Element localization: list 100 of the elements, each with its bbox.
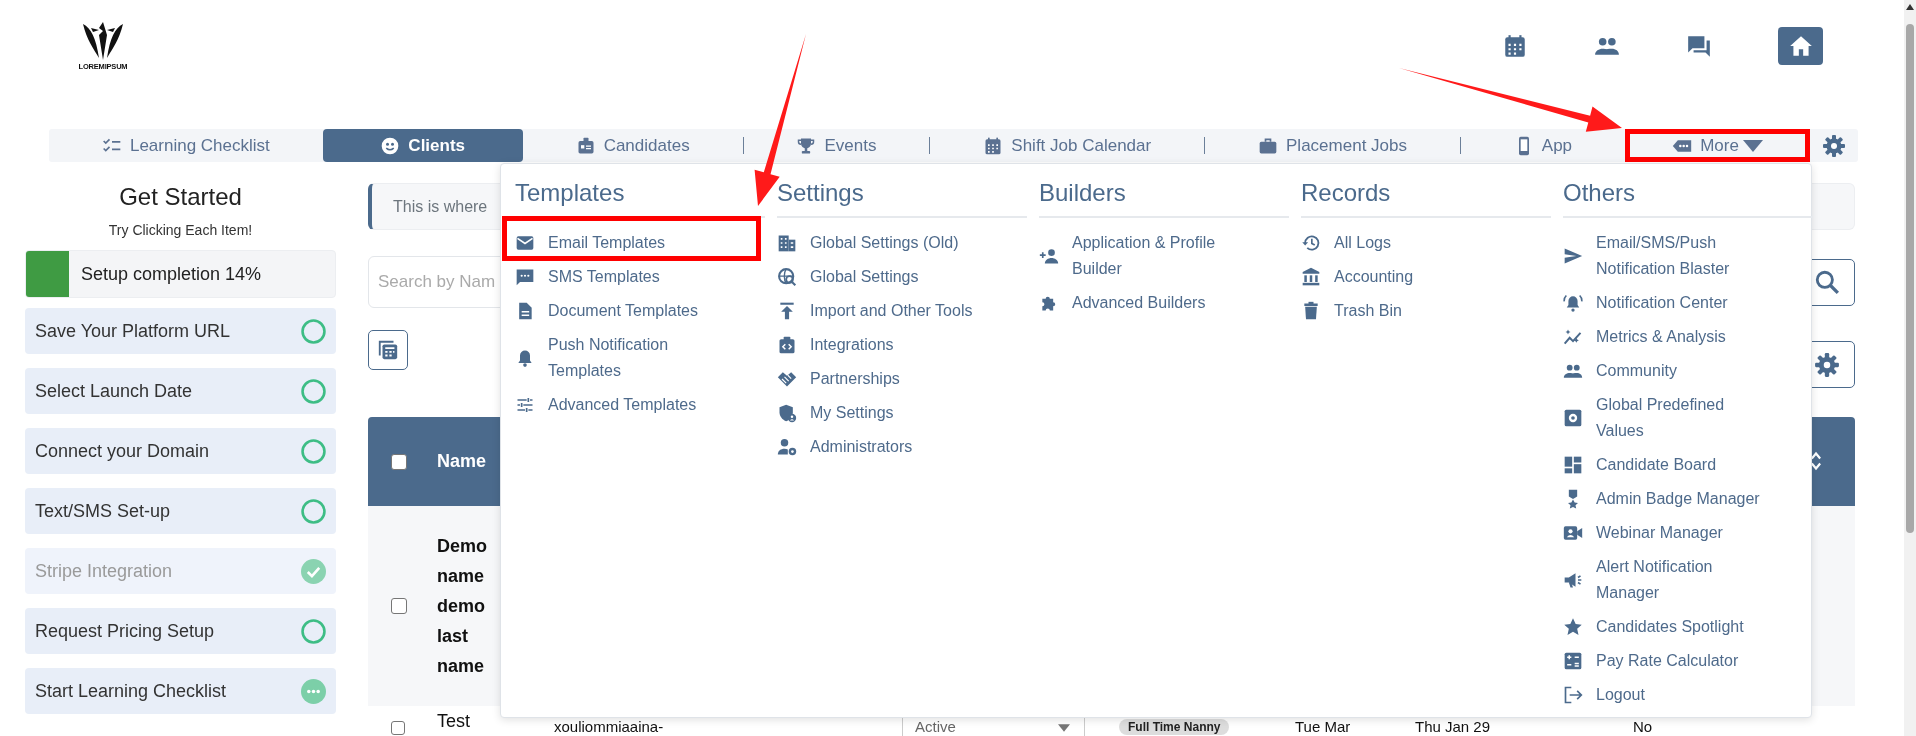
menu-item[interactable]: SMS Templates	[515, 260, 765, 294]
settings-icon	[1822, 133, 1846, 158]
nav-tab[interactable]: Shift Job Calendar	[930, 129, 1205, 162]
calendar-icon	[983, 135, 1004, 156]
banner-text: This is where	[393, 197, 488, 216]
progress-label: Setup completion 14%	[81, 264, 262, 285]
nav-tab[interactable]: Events	[743, 129, 930, 162]
menu-item[interactable]: Administrators	[777, 430, 1027, 464]
menu-item[interactable]: Community	[1563, 354, 1813, 388]
sidebar-title: Get Started	[118, 182, 243, 212]
building-icon	[777, 233, 797, 253]
checklist-item[interactable]: Save Your Platform URL	[25, 308, 336, 354]
menu-heading: Records	[1301, 178, 1551, 218]
home-button[interactable]	[1778, 27, 1823, 65]
upload-icon	[777, 301, 797, 321]
calendar-icon[interactable]	[1502, 33, 1528, 59]
menu-item[interactable]: Metrics & Analysis	[1563, 320, 1813, 354]
nav-tab[interactable]: Placement Jobs	[1205, 129, 1460, 162]
bell-ring-icon	[1563, 293, 1583, 313]
bank-icon	[1301, 267, 1321, 287]
table-cell: Tue Mar	[1295, 718, 1351, 735]
menu-item[interactable]: Application & Profile Builder	[1039, 226, 1289, 286]
shield-user-icon	[777, 403, 797, 423]
menu-item[interactable]: My Settings	[777, 396, 1027, 430]
video-icon	[1563, 523, 1583, 543]
logout-icon	[1563, 685, 1583, 705]
scrollbar-thumb[interactable]	[1906, 24, 1914, 533]
menu-item[interactable]: Accounting	[1301, 260, 1551, 294]
person-add-icon	[1039, 246, 1059, 266]
sidebar-subtitle: Try Clicking Each Item!	[107, 221, 254, 240]
menu-item[interactable]: Webinar Manager	[1563, 516, 1813, 550]
menu-item[interactable]: Trash Bin	[1301, 294, 1551, 328]
scrollbar[interactable]	[1904, 0, 1916, 736]
checkbox[interactable]	[391, 721, 405, 735]
status-dropdown[interactable]: Active	[915, 719, 1070, 735]
menu-item[interactable]: Integrations	[777, 328, 1027, 362]
tag: Full Time Nanny	[1119, 719, 1230, 735]
checklist-item[interactable]: Start Learning Checklist	[25, 668, 336, 714]
menu-item[interactable]: Partnerships	[777, 362, 1027, 396]
menu-item[interactable]: Admin Badge Manager	[1563, 482, 1813, 516]
menu-item[interactable]: Push Notification Templates	[515, 328, 765, 388]
search-icon	[1814, 269, 1840, 295]
logo-icon	[81, 20, 125, 60]
calculator-icon	[377, 339, 399, 361]
megaphone-icon	[1563, 570, 1583, 590]
chat-icon[interactable]	[1686, 33, 1712, 59]
nav-tab[interactable]: More	[1625, 129, 1810, 162]
calculator-button[interactable]	[368, 330, 408, 370]
envelope-icon	[515, 233, 535, 253]
menu-item[interactable]: Global Settings	[777, 260, 1027, 294]
globe-search-icon	[777, 267, 797, 287]
menu-item[interactable]: Candidates Spotlight	[1563, 610, 1813, 644]
message-icon	[515, 267, 535, 287]
table-cell-text: Demo name demo last name	[437, 535, 488, 678]
checklist-item[interactable]: Text/SMS Set-up	[25, 488, 336, 534]
table-cell: Thu Jan 29	[1415, 718, 1491, 735]
menu-item[interactable]: Logout	[1563, 678, 1813, 712]
gear-square-icon	[1563, 408, 1583, 428]
star-icon	[1563, 617, 1583, 637]
table-cell: Test	[437, 711, 470, 731]
trash-icon	[1301, 301, 1321, 321]
menu-item[interactable]: Global Predefined Values	[1563, 388, 1813, 448]
menu-item[interactable]: Pay Rate Calculator	[1563, 644, 1813, 678]
calculator-icon	[1563, 651, 1583, 671]
nav-tab[interactable]: Clients	[322, 129, 523, 162]
table-cell: xouliommiaaina-	[554, 718, 664, 735]
table-cell: No	[1633, 718, 1653, 735]
menu-item[interactable]: Alert Notification Manager	[1563, 550, 1813, 610]
menu-item[interactable]: Candidate Board	[1563, 448, 1813, 482]
menu-item[interactable]: Global Settings (Old)	[777, 226, 1027, 260]
nav-tab[interactable]: Learning Checklist	[49, 129, 323, 162]
menu-item[interactable]: Document Templates	[515, 294, 765, 328]
menu-item[interactable]: Email/SMS/Push Notification Blaster	[1563, 226, 1813, 286]
menu-heading: Others	[1563, 178, 1813, 218]
caret-icon	[1058, 724, 1070, 732]
history-icon	[1301, 233, 1321, 253]
menu-item[interactable]: All Logs	[1301, 226, 1551, 260]
settings-icon	[1814, 351, 1840, 378]
menu-item[interactable]: Advanced Templates	[515, 388, 765, 422]
chart-icon	[1563, 327, 1583, 347]
scroll-up-icon[interactable]	[1906, 4, 1914, 10]
menu-item[interactable]: Advanced Builders	[1039, 286, 1289, 320]
menu-heading: Settings	[777, 178, 1027, 218]
smiley-icon	[380, 135, 401, 156]
dashboard-icon	[1563, 455, 1583, 475]
menu-item[interactable]: Email Templates	[502, 216, 761, 261]
nav-tab[interactable]: Candidates	[522, 129, 743, 162]
menu-heading: Builders	[1039, 178, 1289, 218]
checkbox[interactable]	[391, 453, 407, 470]
checklist-item[interactable]: Select Launch Date	[25, 368, 336, 414]
menu-item[interactable]: Import and Other Tools	[777, 294, 1027, 328]
checklist-item[interactable]: Connect your Domain	[25, 428, 336, 474]
send-icon	[1563, 246, 1583, 266]
column-header: Name	[437, 451, 487, 472]
checkbox[interactable]	[391, 598, 407, 614]
user-gear-icon	[777, 437, 797, 457]
checklist-item[interactable]: Request Pricing Setup	[25, 608, 336, 654]
code-icon	[777, 335, 797, 355]
sliders-icon	[515, 395, 535, 415]
menu-item[interactable]: Notification Center	[1563, 286, 1813, 320]
